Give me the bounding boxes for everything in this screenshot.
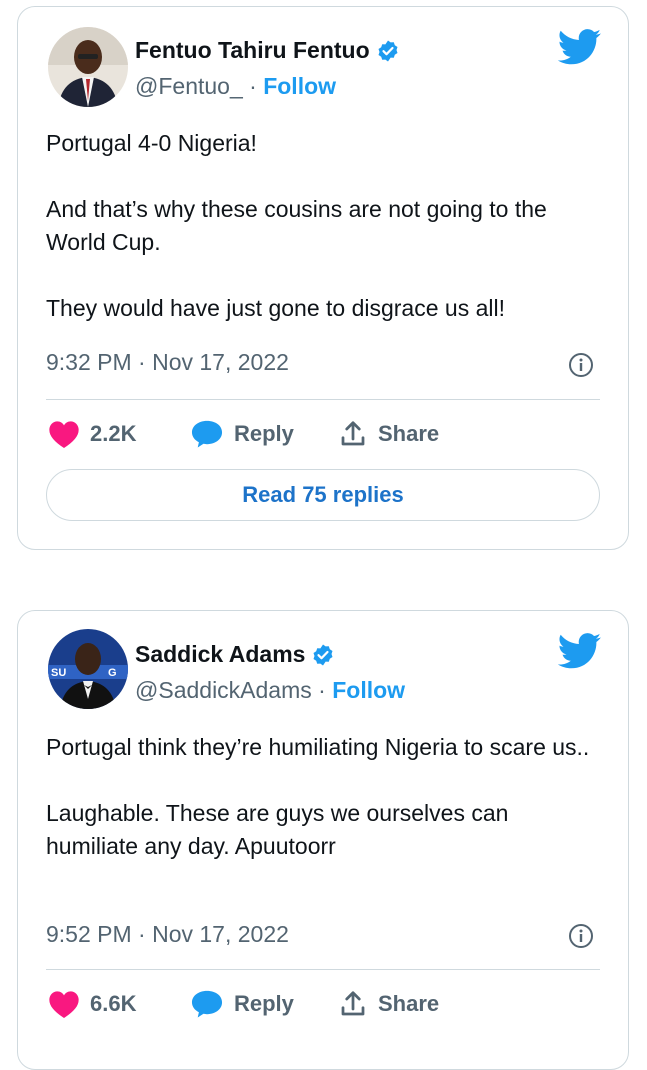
tweet-text: Portugal think they’re humiliating Niger… <box>46 731 600 863</box>
reply-label: Reply <box>234 991 294 1016</box>
reply-button[interactable]: Reply <box>190 414 294 454</box>
share-button[interactable]: Share <box>338 984 439 1024</box>
tweet-card-saddick[interactable]: SU G Saddick Adams @SaddickAdams · Follo… <box>17 610 629 1070</box>
tweet-actions: 6.6K Reply Share <box>46 984 600 1024</box>
tweet-timestamp[interactable]: 9:52 PM · Nov 17, 2022 <box>46 921 289 948</box>
heart-icon <box>49 421 79 448</box>
author-handle[interactable]: @Fentuo_ <box>135 73 243 99</box>
heart-icon <box>49 991 79 1018</box>
like-button[interactable]: 6.6K <box>48 984 136 1024</box>
share-button[interactable]: Share <box>338 414 439 454</box>
divider <box>46 969 600 970</box>
reply-bubble-icon <box>191 420 223 448</box>
tweet-paragraph: Laughable. These are guys we ourselves c… <box>46 800 509 859</box>
tweet-text: Portugal 4-0 Nigeria! And that’s why the… <box>46 127 600 325</box>
verified-badge-icon <box>378 40 398 61</box>
tweet-card-fentuo[interactable]: Fentuo Tahiru Fentuo @Fentuo_ · Follow P… <box>17 6 629 550</box>
like-button[interactable]: 2.2K <box>48 414 136 454</box>
info-icon[interactable] <box>568 352 594 378</box>
reply-button[interactable]: Reply <box>190 984 294 1024</box>
handle-separator: · <box>242 73 264 99</box>
tweet-timestamp[interactable]: 9:32 PM · Nov 17, 2022 <box>46 349 289 376</box>
share-label: Share <box>378 421 440 446</box>
divider <box>46 399 600 400</box>
handle-separator: · <box>311 677 333 703</box>
share-label: Share <box>378 991 440 1016</box>
reply-label: Reply <box>234 421 294 446</box>
author-handle[interactable]: @SaddickAdams <box>135 677 312 703</box>
tweet-paragraph: They would have just gone to disgrace us… <box>46 295 505 321</box>
author-name[interactable]: Saddick Adams <box>135 641 305 668</box>
like-count: 2.2K <box>90 421 137 446</box>
svg-text:G: G <box>108 667 117 679</box>
share-icon <box>341 421 365 446</box>
read-replies-button[interactable]: Read 75 replies <box>46 469 600 521</box>
tweet-paragraph: Portugal think they’re humiliating Niger… <box>46 734 590 760</box>
author-name[interactable]: Fentuo Tahiru Fentuo <box>135 37 370 64</box>
verified-badge-icon <box>313 644 333 665</box>
info-icon[interactable] <box>568 923 594 949</box>
svg-text:SU: SU <box>51 667 66 679</box>
tweet-paragraph: Portugal 4-0 Nigeria! <box>46 130 257 156</box>
follow-button[interactable]: Follow <box>263 73 336 99</box>
avatar-saddick[interactable]: SU G <box>48 629 128 709</box>
like-count: 6.6K <box>90 991 137 1016</box>
twitter-bird-icon[interactable] <box>558 29 602 65</box>
follow-button[interactable]: Follow <box>332 677 405 703</box>
avatar-fentuo[interactable] <box>48 27 128 107</box>
share-icon <box>341 991 365 1016</box>
tweet-paragraph: And that’s why these cousins are not goi… <box>46 196 547 255</box>
tweet-actions: 2.2K Reply Share <box>46 414 600 454</box>
reply-bubble-icon <box>191 990 223 1018</box>
twitter-bird-icon[interactable] <box>558 633 602 669</box>
